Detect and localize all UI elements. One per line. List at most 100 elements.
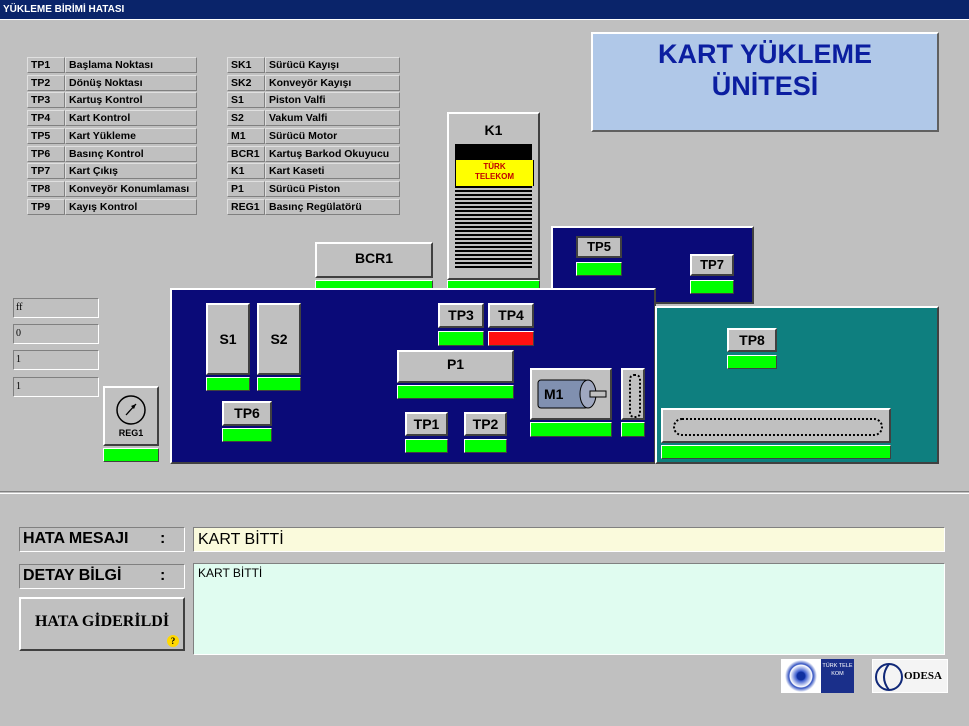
card-brand-line1: TÜRK [483,162,506,171]
legend-left-item-desc: Kartuş Kontrol [65,92,197,109]
sk2-conveyor[interactable] [661,408,891,443]
reg1-label: REG1 [118,428,144,438]
side-field-2: 0 [13,324,99,344]
card-brand-line2: TELEKOM [474,172,515,181]
legend-right-item-desc: Basınç Regülatörü [265,198,400,215]
s2-indicator [257,377,301,391]
legend-left-item-desc: Kart Kontrol [65,110,197,127]
legend-right-item-desc: Konveyör Kayışı [265,74,400,91]
odesa-logo: ODESA [872,659,948,693]
s2-button[interactable]: S2 [257,303,301,375]
legend-left-item-code: TP4 [27,110,65,127]
k1-cassette[interactable]: K1 TÜRK TELEKOM [447,112,540,280]
tp3-button[interactable]: TP3 [438,303,484,328]
side-field-1: ff [13,298,99,318]
legend-left-item-desc: Dönüş Noktası [65,74,197,91]
unit-title-line1: KART YÜKLEME [657,39,872,69]
legend-left-item-code: TP8 [27,180,65,197]
window-title-bar: YÜKLEME BİRİMİ HATASI [0,0,969,20]
unit-title: KART YÜKLEME ÜNİTESİ [591,32,939,132]
odesa-emblem-icon [875,663,903,691]
legend-right-item-desc: Sürücü Kayışı [265,57,400,73]
p1-indicator [397,385,514,399]
s1-indicator [206,377,250,391]
error-message-colon: : [160,530,166,547]
belt-icon [629,374,641,418]
legend-left-item-code: TP9 [27,198,65,215]
legend-right-item-desc: Kart Kaseti [265,163,400,180]
detail-info-field: KART BİTTİ [193,563,945,655]
legend-right-item-code: K1 [227,163,265,180]
legend-left-item-desc: Kart Çıkış [65,163,197,180]
telekom-emblem [781,659,821,693]
legend-right-item-code: P1 [227,180,265,197]
sk2-indicator [661,445,891,459]
legend-left-item-desc: Konveyör Konumlaması [65,180,197,197]
unit-title-line2: ÜNİTESİ [711,71,819,101]
error-message-field: KART BİTTİ [193,527,945,552]
legend-right-item-code: SK1 [227,57,265,73]
detail-info-label-text: DETAY BİLGİ [23,567,122,584]
telekom-text: TÜRK TELE KOM [821,659,854,693]
s1-button[interactable]: S1 [206,303,250,375]
legend-left-item-desc: Başlama Noktası [65,57,197,73]
legend-right-item-code: REG1 [227,198,265,215]
tp4-indicator [488,331,534,346]
legend-right-item-desc: Kartuş Barkod Okuyucu [265,145,400,162]
m1-motor[interactable]: M1 [530,368,612,420]
legend-right-item-code: S1 [227,92,265,109]
detail-info-colon: : [160,567,166,584]
window-title: YÜKLEME BİRİMİ HATASI [3,4,125,15]
error-resolved-button[interactable]: HATA GİDERİLDİ ? [19,597,185,651]
tp3-indicator [438,331,484,346]
legend-left-item-code: TP1 [27,57,65,73]
detail-info-label: DETAY BİLGİ : [19,564,185,589]
m1-label: M1 [544,386,564,402]
tp7-button[interactable]: TP7 [690,254,734,276]
tp4-button[interactable]: TP4 [488,303,534,328]
legend-left-item-code: TP5 [27,127,65,144]
odesa-text: ODESA [904,670,942,682]
legend-left-item-desc: Basınç Kontrol [65,145,197,162]
legend-right-item-code: BCR1 [227,145,265,162]
tp2-indicator [464,439,507,453]
legend-right-item-code: M1 [227,127,265,144]
legend-right-item-code: SK2 [227,74,265,91]
section-divider [0,491,969,494]
legend-left-item-code: TP2 [27,74,65,91]
error-resolved-label: HATA GİDERİLDİ [34,613,170,630]
tp1-indicator [405,439,448,453]
error-message-label: HATA MESAJI : [19,527,185,552]
tp2-button[interactable]: TP2 [464,412,507,436]
tp6-button[interactable]: TP6 [222,401,272,426]
tp5-indicator [576,262,622,276]
pressure-gauge-icon [116,395,146,425]
sk1-belt[interactable] [621,368,645,420]
reg1-indicator [103,448,159,462]
legend-right-item-code: S2 [227,110,265,127]
k1-label: K1 [484,122,503,138]
sk1-indicator [621,422,645,437]
tp6-indicator [222,428,272,442]
tp8-indicator [727,355,777,369]
p1-button[interactable]: P1 [397,350,514,383]
legend-left-item-code: TP6 [27,145,65,162]
bcr1-button[interactable]: BCR1 [315,242,433,278]
side-field-3: 1 [13,350,99,370]
card-brand-logo: TÜRK TELEKOM [455,160,534,186]
tp8-button[interactable]: TP8 [727,328,777,352]
help-icon: ? [167,635,179,647]
legend-left-item-code: TP3 [27,92,65,109]
m1-indicator [530,422,612,437]
error-message-label-text: HATA MESAJI [23,530,129,547]
legend-right-item-desc: Piston Valfi [265,92,400,109]
reg1-button[interactable]: REG1 [103,386,159,446]
tp5-button[interactable]: TP5 [576,236,622,258]
legend-right-item-desc: Sürücü Piston [265,180,400,197]
legend-left-item-desc: Kart Yükleme [65,127,197,144]
legend-left-item-code: TP7 [27,163,65,180]
conveyor-belt-icon [673,418,883,436]
tp1-button[interactable]: TP1 [405,412,448,436]
turk-telekom-logo: TÜRK TELE KOM [781,659,854,693]
legend-right-item-desc: Sürücü Motor [265,127,400,144]
